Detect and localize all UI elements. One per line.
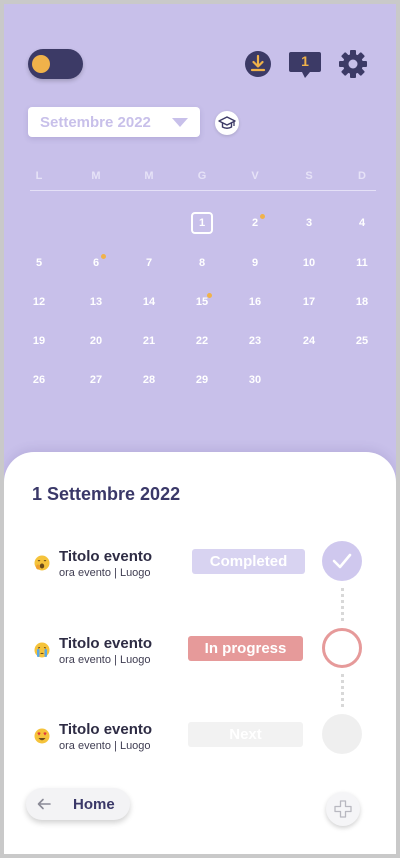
calendar-day[interactable]: 8 xyxy=(187,252,217,274)
event-indicator-dot xyxy=(260,214,265,219)
toggle-knob xyxy=(32,55,50,73)
gear-icon[interactable] xyxy=(338,49,368,79)
calendar-day[interactable]: 29 xyxy=(187,369,217,391)
event-subtitle: ora evento | Luogo xyxy=(59,740,151,752)
month-dropdown[interactable]: Settembre 2022 xyxy=(28,107,200,137)
weekday-label: S xyxy=(305,170,313,182)
download-icon[interactable] xyxy=(244,50,272,78)
arrow-left-icon xyxy=(37,798,51,810)
calendar-day[interactable]: 17 xyxy=(294,291,324,313)
calendar-day[interactable]: 30 xyxy=(240,369,270,391)
event-title: Titolo evento xyxy=(59,635,153,652)
calendar-day[interactable]: 15 xyxy=(187,291,217,313)
calendar-day[interactable]: 1 xyxy=(191,212,213,234)
calendar-day[interactable]: 26 xyxy=(24,369,54,391)
timeline-connector xyxy=(341,588,344,622)
month-label: Settembre 2022 xyxy=(40,114,151,131)
calendar-day[interactable]: 18 xyxy=(347,291,377,313)
calendar-day[interactable]: 10 xyxy=(294,252,324,274)
calendar-day[interactable]: 21 xyxy=(134,330,164,352)
event-indicator-dot xyxy=(101,254,106,259)
event-subtitle: ora evento | Luogo xyxy=(59,567,151,579)
status-badge: Next xyxy=(188,722,303,747)
weekday-divider xyxy=(30,190,376,191)
calendar-day[interactable]: 3 xyxy=(294,212,324,234)
calendar-day[interactable]: 5 xyxy=(24,252,54,274)
calendar-day[interactable]: 2 xyxy=(240,212,270,234)
calendar-day[interactable]: 11 xyxy=(347,252,377,274)
calendar-day[interactable]: 20 xyxy=(81,330,111,352)
notification-count: 1 xyxy=(301,53,309,69)
calendar-day[interactable]: 25 xyxy=(347,330,377,352)
calendar-day[interactable]: 13 xyxy=(81,291,111,313)
yawning-face-icon xyxy=(34,555,50,571)
weekday-label: M xyxy=(144,170,154,182)
theme-toggle[interactable] xyxy=(28,49,83,79)
agenda-date-title: 1 Settembre 2022 xyxy=(32,484,181,504)
chevron-down-icon xyxy=(172,118,188,127)
calendar-day[interactable]: 28 xyxy=(134,369,164,391)
calendar-day[interactable]: 9 xyxy=(240,252,270,274)
calendar-day[interactable]: 12 xyxy=(24,291,54,313)
event-item[interactable]: Titolo evento ora evento | Luogo Complet… xyxy=(4,541,396,592)
calendar-day[interactable]: 7 xyxy=(134,252,164,274)
calendar-day[interactable]: 16 xyxy=(240,291,270,313)
event-indicator-dot xyxy=(207,293,212,298)
home-button[interactable]: Home xyxy=(26,788,130,820)
calendar-day[interactable]: 22 xyxy=(187,330,217,352)
timeline-connector xyxy=(341,674,344,708)
event-item[interactable]: Titolo evento ora evento | Luogo Next xyxy=(4,714,396,765)
calendar-day[interactable]: 27 xyxy=(81,369,111,391)
graduation-cap-button[interactable] xyxy=(215,111,239,135)
plus-icon xyxy=(334,800,352,818)
home-label: Home xyxy=(73,796,115,813)
event-title: Titolo evento xyxy=(59,721,153,738)
weekday-label: L xyxy=(35,170,43,182)
status-completed-button[interactable] xyxy=(322,541,362,581)
agenda-sheet: 1 Settembre 2022 Titolo evento ora event… xyxy=(4,452,396,854)
calendar-day[interactable]: 24 xyxy=(294,330,324,352)
calendar-day[interactable]: 4 xyxy=(347,212,377,234)
calendar-day[interactable]: 14 xyxy=(134,291,164,313)
calendar-day[interactable]: 6 xyxy=(81,252,111,274)
event-subtitle: ora evento | Luogo xyxy=(59,654,151,666)
weekday-label: M xyxy=(91,170,101,182)
chat-icon[interactable]: 1 xyxy=(288,50,322,80)
check-icon xyxy=(332,553,352,569)
crying-face-icon xyxy=(34,642,50,658)
weekday-label: D xyxy=(358,170,366,182)
status-in-progress-button[interactable] xyxy=(322,628,362,668)
heart-eyes-face-icon xyxy=(34,728,50,744)
status-next-button[interactable] xyxy=(322,714,362,754)
calendar-day[interactable]: 23 xyxy=(240,330,270,352)
graduation-cap-icon xyxy=(218,116,236,129)
app-screen: 1 Settembre 2022 LMMGVSD 1 2 3 4 5 6 7 8 9 10 11 12… xyxy=(4,4,396,854)
status-badge: In progress xyxy=(188,636,303,661)
calendar-day[interactable]: 19 xyxy=(24,330,54,352)
event-item[interactable]: Titolo evento ora evento | Luogo In prog… xyxy=(4,628,396,679)
status-badge: Completed xyxy=(192,549,305,574)
event-title: Titolo evento xyxy=(59,548,153,565)
add-event-button[interactable] xyxy=(326,792,360,826)
weekday-label: G xyxy=(197,170,207,182)
weekday-label: V xyxy=(251,170,259,182)
weekday-header: LMMGVSD xyxy=(4,170,396,186)
